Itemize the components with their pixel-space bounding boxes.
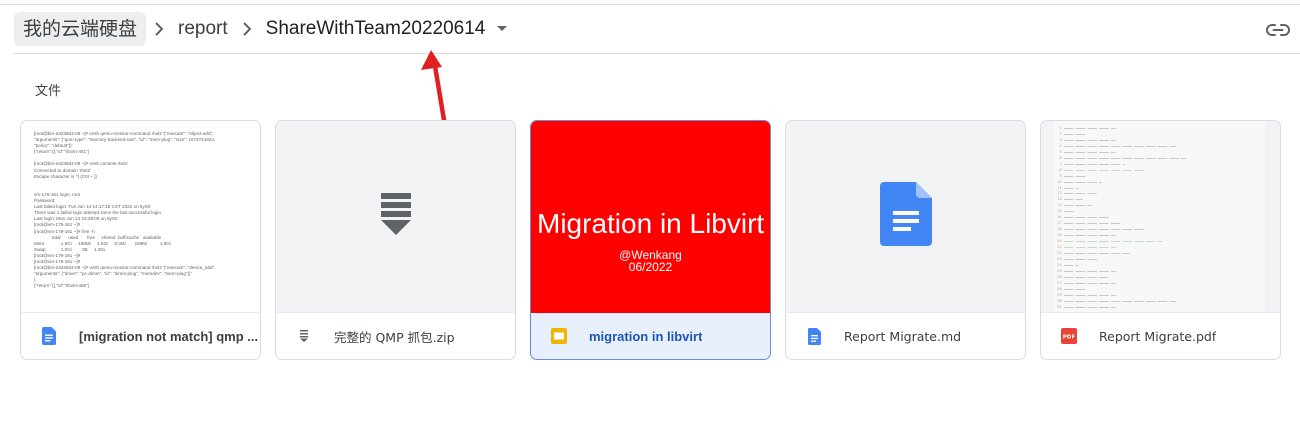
slide-thumbnail: Migration in Libvirt @Wenkang 06/2022 [531, 121, 770, 313]
code-preview-text: 1 –––– –––– –––– –––– –– 2 –––– –––– 3 –… [1057, 125, 1186, 309]
file-thumbnail: 1 –––– –––– –––– –––– –– 2 –––– –––– 3 –… [1041, 121, 1280, 313]
breadcrumb-item-report[interactable]: report [172, 12, 234, 46]
file-thumbnail [786, 121, 1025, 313]
breadcrumb: 我的云端硬盘 report ShareWithTeam20220614 [14, 12, 511, 46]
file-name: migration in libvirt [589, 328, 703, 344]
file-card-footer: Report Migrate.md [786, 313, 1025, 359]
google-docs-icon [879, 182, 932, 251]
copy-link-icon[interactable] [1266, 18, 1290, 42]
file-card[interactable]: 1 –––– –––– –––– –––– –– 2 –––– –––– 3 –… [1040, 120, 1281, 360]
breadcrumb-current-folder[interactable]: ShareWithTeam20220614 [260, 12, 492, 46]
file-card-footer: PDF Report Migrate.pdf [1041, 313, 1280, 359]
google-slides-icon [551, 327, 567, 345]
file-card-footer: migration in libvirt [531, 313, 770, 359]
google-docs-icon [41, 327, 57, 345]
file-card[interactable]: 完整的 QMP 抓包.zip [275, 120, 516, 360]
pdf-page-preview: 1 –––– –––– –––– –––– –– 2 –––– –––– 3 –… [1053, 121, 1265, 312]
file-card-selected[interactable]: Migration in Libvirt @Wenkang 06/2022 mi… [530, 120, 771, 360]
file-name: [migration not match] qmp ... [79, 328, 259, 344]
chevron-right-icon [236, 12, 258, 46]
breadcrumb-root-my-drive[interactable]: 我的云端硬盘 [14, 12, 147, 46]
file-card[interactable]: Report Migrate.md [785, 120, 1026, 360]
header-divider [14, 53, 1300, 54]
slide-title: Migration in Libvirt [537, 208, 765, 239]
google-docs-icon [806, 327, 822, 345]
svg-text:PDF: PDF [1063, 335, 1076, 341]
file-name: 完整的 QMP 抓包.zip [334, 329, 455, 345]
top-border [0, 4, 1300, 5]
terminal-preview-text: [root@bm-e3238d4-08 ~]# virsh qemu-monit… [34, 131, 216, 289]
pdf-icon: PDF [1061, 327, 1077, 345]
dropdown-arrow-icon[interactable] [493, 12, 511, 46]
files-section-label: 文件 [35, 84, 62, 99]
file-card[interactable]: [root@bm-e3238d4-08 ~]# virsh qemu-monit… [20, 120, 261, 360]
file-thumbnail: [root@bm-e3238d4-08 ~]# virsh qemu-monit… [21, 121, 260, 313]
zip-icon [296, 327, 312, 345]
zip-icon [380, 193, 411, 240]
file-name: Report Migrate.md [844, 328, 962, 344]
file-card-footer: [migration not match] qmp ... [21, 313, 260, 359]
slide-date: 06/2022 [628, 260, 673, 274]
chevron-right-icon [148, 12, 170, 46]
file-card-footer: 完整的 QMP 抓包.zip [276, 313, 515, 359]
file-name: Report Migrate.pdf [1099, 328, 1217, 344]
file-thumbnail [276, 121, 515, 313]
annotation-arrow [421, 50, 448, 129]
